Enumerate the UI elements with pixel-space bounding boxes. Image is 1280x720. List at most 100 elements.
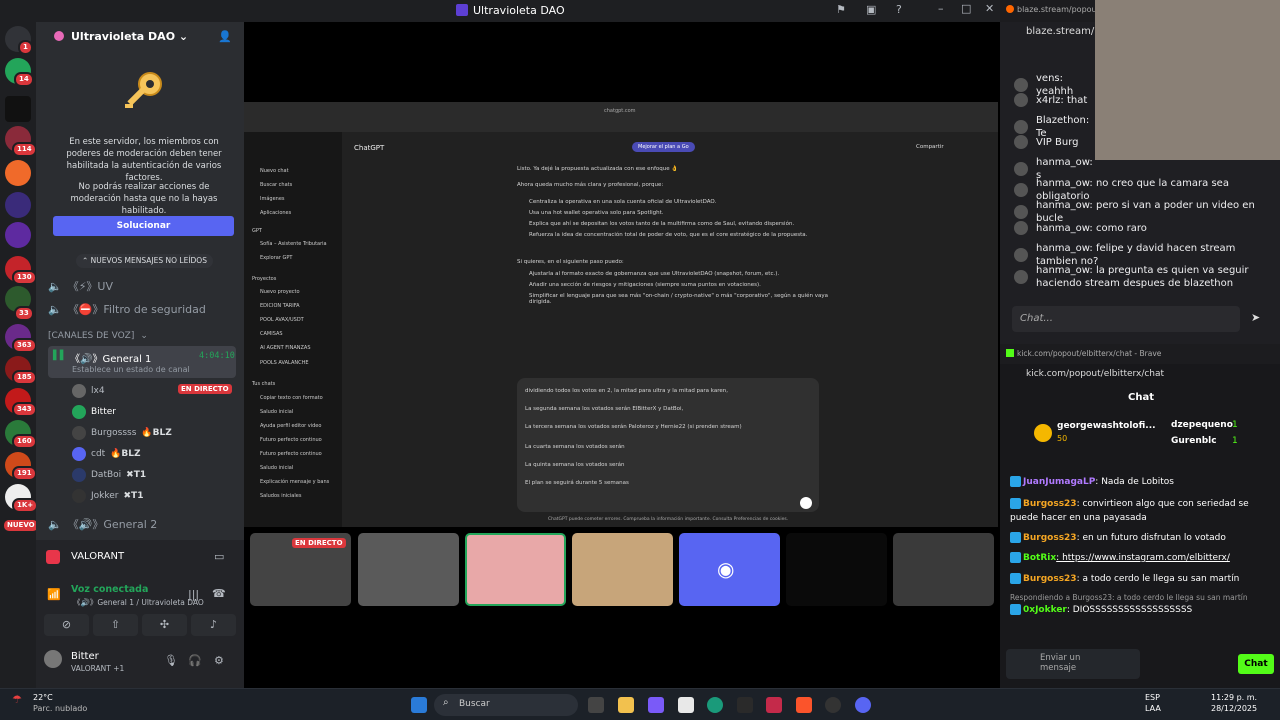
chatgpt-sidebar-item[interactable]: Saludos iniciales xyxy=(260,493,301,499)
chatgpt-sidebar-item[interactable]: Aplicaciones xyxy=(260,210,291,216)
minimize-icon[interactable]: – xyxy=(938,2,944,15)
chat-username[interactable]: Burgoss23 xyxy=(1023,574,1077,584)
voice-member[interactable]: Bitter xyxy=(72,405,116,419)
app-icon[interactable] xyxy=(678,697,694,713)
voice-member[interactable]: lx4 xyxy=(72,384,105,398)
channel-uv[interactable]: 🔈 《⚡》UV xyxy=(48,278,113,294)
chatgpt-sidebar-item[interactable]: Copiar texto con formato xyxy=(260,395,323,401)
send-icon[interactable]: ➤ xyxy=(1251,311,1260,324)
voice-member[interactable]: DatBoi ✖T1 xyxy=(72,468,146,482)
close-icon[interactable]: ✕ xyxy=(985,2,994,15)
lang[interactable]: ESP xyxy=(1145,693,1160,702)
add-member-icon[interactable]: 👤 xyxy=(218,30,232,43)
chatgpt-sidebar-item[interactable]: Buscar chats xyxy=(260,182,292,188)
chatgpt-sidebar-item[interactable]: Nuevo proyecto xyxy=(260,289,300,295)
chatgpt-sidebar-item[interactable]: CAMISAS xyxy=(260,331,283,337)
stream-tile[interactable] xyxy=(572,533,673,606)
maximize-icon[interactable]: □ xyxy=(961,2,971,15)
stream-tile[interactable] xyxy=(786,533,887,606)
voice-member[interactable]: Burgossss 🔥BLZ xyxy=(72,426,172,440)
screenshare-icon[interactable]: ⇧ xyxy=(93,614,138,636)
server-icon[interactable] xyxy=(5,96,31,122)
app-icon[interactable] xyxy=(737,697,753,713)
chatgpt-sidebar-item[interactable]: Saludo inicial xyxy=(260,465,293,471)
kick-url[interactable]: kick.com/popout/elbitterx/chat xyxy=(1026,369,1164,379)
chat-text[interactable]: : https://www.instagram.com/elbitterx/ xyxy=(1056,553,1230,563)
clock-time[interactable]: 11:29 p. m. xyxy=(1211,693,1257,702)
channel-filtro[interactable]: 🔈 《⛔》Filtro de seguridad xyxy=(48,301,206,317)
screen-icon[interactable]: ▣ xyxy=(866,3,876,16)
user-name[interactable]: Bitter xyxy=(71,651,99,662)
voice-category[interactable]: [CANALES DE VOZ] ⌄ xyxy=(48,331,148,341)
chatgpt-sidebar-item[interactable]: Imágenes xyxy=(260,196,285,202)
stream-tile[interactable]: ◉ xyxy=(679,533,780,606)
start-icon[interactable] xyxy=(411,697,427,713)
server-icon[interactable] xyxy=(5,160,31,186)
server-icon[interactable] xyxy=(5,192,31,218)
taskview-icon[interactable] xyxy=(588,697,604,713)
chat-username[interactable]: Burgoss23 xyxy=(1023,499,1077,509)
voice-channel-2[interactable]: 🔈 《🔊》General 2 xyxy=(48,516,157,532)
chatgpt-sidebar-item[interactable]: POOLS AVALANCHE xyxy=(260,360,309,366)
headphones-icon[interactable]: 🎧 xyxy=(188,654,202,667)
edge-icon[interactable] xyxy=(707,697,723,713)
new-messages-pill[interactable]: ⌃ NUEVOS MENSAJES NO LEÍDOS xyxy=(76,254,213,268)
chatgpt-sidebar-item[interactable]: Sofía – Asistente Tributaria xyxy=(260,241,327,247)
search-box[interactable]: ⌕ Buscar xyxy=(434,694,578,716)
upgrade-button[interactable]: Mejorar el plan a Go xyxy=(632,142,695,152)
chatgpt-sidebar-item[interactable]: Saludo inicial xyxy=(260,409,293,415)
chat-username[interactable]: Burgoss23 xyxy=(1023,533,1077,543)
chatgpt-sidebar-item[interactable]: AI AGENT FINANZAS xyxy=(260,345,311,351)
chatgpt-sidebar-item[interactable]: Futuro perfecto continuo xyxy=(260,451,322,457)
help-icon[interactable]: ? xyxy=(896,3,902,16)
discord-taskbar-icon[interactable] xyxy=(855,697,871,713)
voice-channel-selected[interactable]: ▌▌ 《🔊》General 1 4:04:10 Establece un est… xyxy=(48,346,236,378)
app-icon[interactable] xyxy=(825,697,841,713)
server-name[interactable]: Ultravioleta DAO ⌄ xyxy=(71,30,188,43)
kick-chat-input[interactable]: Enviar un mensaje xyxy=(1006,649,1140,679)
app-icon[interactable] xyxy=(648,697,664,713)
brave-icon[interactable] xyxy=(796,697,812,713)
noise-icon[interactable]: ||| xyxy=(188,588,199,601)
mic-icon[interactable]: 🎙 xyxy=(164,654,178,667)
inbox-icon[interactable]: ⚑ xyxy=(836,3,846,16)
chatgpt-sidebar-item[interactable]: Explorar GPT xyxy=(260,255,292,261)
stream-tile[interactable] xyxy=(893,533,994,606)
clock-date[interactable]: 28/12/2025 xyxy=(1211,704,1257,713)
chatgpt-sidebar-item[interactable]: GPT xyxy=(252,228,262,234)
user-avatar[interactable] xyxy=(44,650,62,668)
activity-icon[interactable]: ▭ xyxy=(214,550,224,563)
explorer-icon[interactable] xyxy=(618,697,634,713)
settings-icon[interactable]: ⚙ xyxy=(214,654,224,667)
lang2[interactable]: LAA xyxy=(1145,704,1161,713)
camera-off-icon[interactable]: ⊘ xyxy=(44,614,89,636)
chatgpt-sidebar-item[interactable]: Futuro perfecto continuo xyxy=(260,437,322,443)
chatgpt-sidebar-item[interactable]: Tus chats xyxy=(252,381,275,387)
fix-button[interactable]: Solucionar xyxy=(53,216,234,236)
screenshare-chatgpt[interactable]: chatgpt.com Nuevo chat Buscar chats Imágen… xyxy=(244,102,998,527)
stream-tile[interactable] xyxy=(358,533,459,606)
disconnect-icon[interactable]: ☎ xyxy=(212,587,226,600)
chatgpt-sidebar-item[interactable]: POOL AVAX/USDT xyxy=(260,317,304,323)
voice-member[interactable]: cdt 🔥BLZ xyxy=(72,447,141,461)
chatgpt-title[interactable]: ChatGPT xyxy=(354,144,384,152)
chat-username[interactable]: 0xJokker xyxy=(1023,605,1067,615)
blaze-chat-input[interactable]: Chat... xyxy=(1012,306,1240,332)
server-icon[interactable] xyxy=(5,222,31,248)
chat-username[interactable]: JuanJumagaLP xyxy=(1023,477,1095,487)
gift-icon xyxy=(1034,424,1052,442)
chatgpt-sidebar-item[interactable]: EDICION TARIFA xyxy=(260,303,300,309)
chatgpt-sidebar-item[interactable]: Explicación mensaje y bans xyxy=(260,479,329,485)
chatgpt-sidebar-item[interactable]: Nuevo chat xyxy=(260,168,289,174)
voice-member[interactable]: Jokker ✖T1 xyxy=(72,489,143,503)
send-icon[interactable] xyxy=(800,497,812,509)
chatgpt-sidebar-item[interactable]: Proyectos xyxy=(252,276,276,282)
activities-icon[interactable]: ✣ xyxy=(142,614,187,636)
share-button[interactable]: Compartir xyxy=(916,144,944,150)
chat-username[interactable]: BotRix xyxy=(1023,553,1056,563)
soundboard-icon[interactable]: ♪ xyxy=(191,614,236,636)
app-icon[interactable] xyxy=(766,697,782,713)
chatgpt-sidebar-item[interactable]: Ayuda perfil editor video xyxy=(260,423,321,429)
stream-tile[interactable] xyxy=(465,533,566,606)
kick-send-button[interactable]: Chat xyxy=(1238,654,1274,674)
